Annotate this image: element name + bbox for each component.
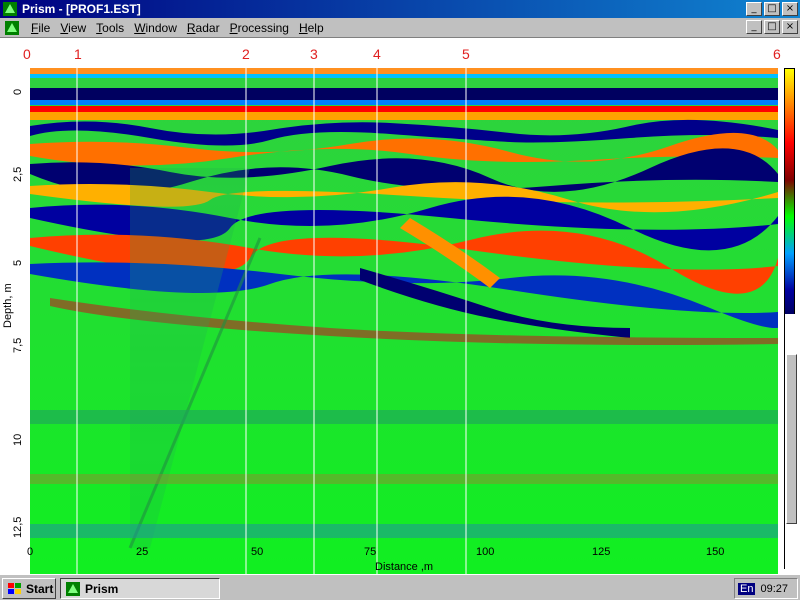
doc-minimize-button[interactable]: _	[746, 20, 762, 34]
menu-help[interactable]: Help	[294, 21, 329, 35]
distance-tick: 25	[136, 546, 149, 558]
document-area: 0 1 2 3 4 5 6 0 2,5 5 7,5 10 12,5 Depth,…	[0, 37, 800, 581]
windows-logo-icon	[8, 582, 21, 594]
title-bar[interactable]: Prism - [PROF1.EST] _ □ ×	[0, 0, 800, 18]
depth-tick: 2,5	[12, 166, 24, 182]
vertical-scrollbar[interactable]	[784, 314, 798, 569]
distance-tick: 150	[706, 546, 725, 558]
taskbar: Start Prism En 09:27	[0, 574, 800, 600]
menu-bar: File View Tools Window Radar Processing …	[0, 18, 800, 37]
language-indicator[interactable]: En	[738, 582, 756, 595]
doc-close-button[interactable]: ×	[782, 20, 798, 34]
menu-file[interactable]: File	[26, 21, 55, 35]
marker-label: 2	[242, 46, 250, 62]
marker-label: 0	[23, 46, 31, 62]
close-button[interactable]: ×	[782, 2, 798, 16]
distance-tick: 0	[27, 546, 34, 558]
prism-window: Prism - [PROF1.EST] _ □ × File View Tool…	[0, 0, 800, 581]
document-icon[interactable]	[4, 20, 20, 36]
marker-label: 4	[373, 46, 381, 62]
marker-label: 1	[74, 46, 82, 62]
depth-tick: 0	[12, 88, 24, 95]
clock[interactable]: 09:27	[760, 583, 788, 595]
restore-button[interactable]: □	[764, 2, 780, 16]
distance-axis-label: Distance ,m	[375, 561, 434, 573]
depth-tick: 12,5	[12, 516, 24, 538]
menu-processing[interactable]: Processing	[225, 21, 294, 35]
menu-view[interactable]: View	[55, 21, 91, 35]
color-scale-bar	[784, 68, 795, 328]
scrollbar-thumb[interactable]	[786, 354, 797, 524]
minimize-button[interactable]: _	[746, 2, 762, 16]
distance-tick: 125	[592, 546, 611, 558]
start-button[interactable]: Start	[2, 578, 56, 599]
depth-tick: 5	[12, 259, 24, 266]
menu-radar[interactable]: Radar	[182, 21, 225, 35]
start-label: Start	[26, 581, 54, 596]
distance-tick: 75	[364, 546, 377, 558]
depth-tick: 10	[12, 433, 24, 446]
marker-label: 6	[773, 46, 781, 62]
taskbar-prism-label: Prism	[85, 581, 119, 596]
taskbar-prism-button[interactable]: Prism	[60, 578, 220, 599]
depth-tick: 7,5	[12, 337, 24, 353]
prism-app-icon	[3, 2, 17, 16]
prism-app-icon	[66, 581, 80, 596]
doc-restore-button[interactable]: □	[764, 20, 780, 34]
window-title: Prism - [PROF1.EST]	[22, 2, 141, 16]
distance-tick: 50	[251, 546, 264, 558]
menu-tools[interactable]: Tools	[91, 21, 129, 35]
menu-window[interactable]: Window	[129, 21, 182, 35]
distance-tick: 100	[476, 546, 495, 558]
system-tray: En 09:27	[734, 578, 798, 599]
marker-label: 3	[310, 46, 318, 62]
radargram-image[interactable]	[30, 68, 778, 581]
marker-label: 5	[462, 46, 470, 62]
depth-axis-label: Depth, m	[2, 283, 14, 328]
